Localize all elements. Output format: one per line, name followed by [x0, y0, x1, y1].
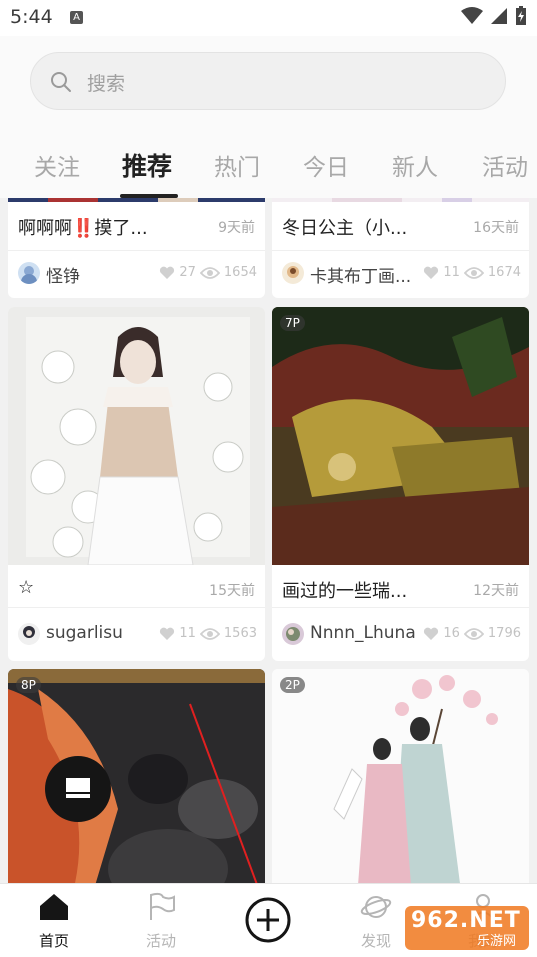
tab-hot[interactable]: 热门: [214, 148, 260, 182]
nav-home[interactable]: 首页: [24, 892, 84, 951]
tab-new[interactable]: 新人: [392, 148, 438, 182]
search-bar[interactable]: 搜索: [30, 52, 506, 110]
nav-label: 活动: [145, 932, 176, 950]
watermark: 962.NET 乐游网: [405, 906, 529, 950]
planet-icon: [360, 896, 392, 918]
battery-icon: [516, 6, 526, 25]
search-icon: [51, 72, 71, 92]
search-placeholder: 搜索: [87, 73, 126, 95]
category-tabs: 关注 推荐 热门 今日 新人 活动: [0, 142, 537, 198]
status-time: 5:44: [10, 6, 53, 28]
home-icon: [40, 894, 68, 920]
tab-follow[interactable]: 关注: [34, 148, 80, 182]
wifi-icon: [461, 7, 483, 24]
layout-icon: [66, 778, 90, 798]
tab-events[interactable]: 活动: [482, 148, 528, 182]
header: 搜索 关注 推荐 热门 今日 新人 活动: [0, 36, 537, 198]
nav-label: 发现: [360, 932, 391, 950]
watermark-subtext: 乐游网: [477, 934, 517, 949]
tab-today[interactable]: 今日: [303, 148, 349, 182]
tab-recommended[interactable]: 推荐: [122, 147, 172, 183]
plus-circle-icon: [245, 897, 291, 943]
flag-icon: [150, 892, 175, 920]
nav-discover[interactable]: 发现: [346, 892, 406, 951]
nav-create[interactable]: [238, 896, 298, 948]
signal-icon: [491, 8, 507, 24]
notification-indicator: A: [70, 11, 83, 24]
status-bar: 5:44 A: [0, 0, 537, 36]
status-icons: [461, 6, 527, 26]
floating-layout-button[interactable]: [45, 756, 111, 822]
nav-label: 首页: [38, 932, 69, 950]
nav-events[interactable]: 活动: [131, 892, 191, 951]
